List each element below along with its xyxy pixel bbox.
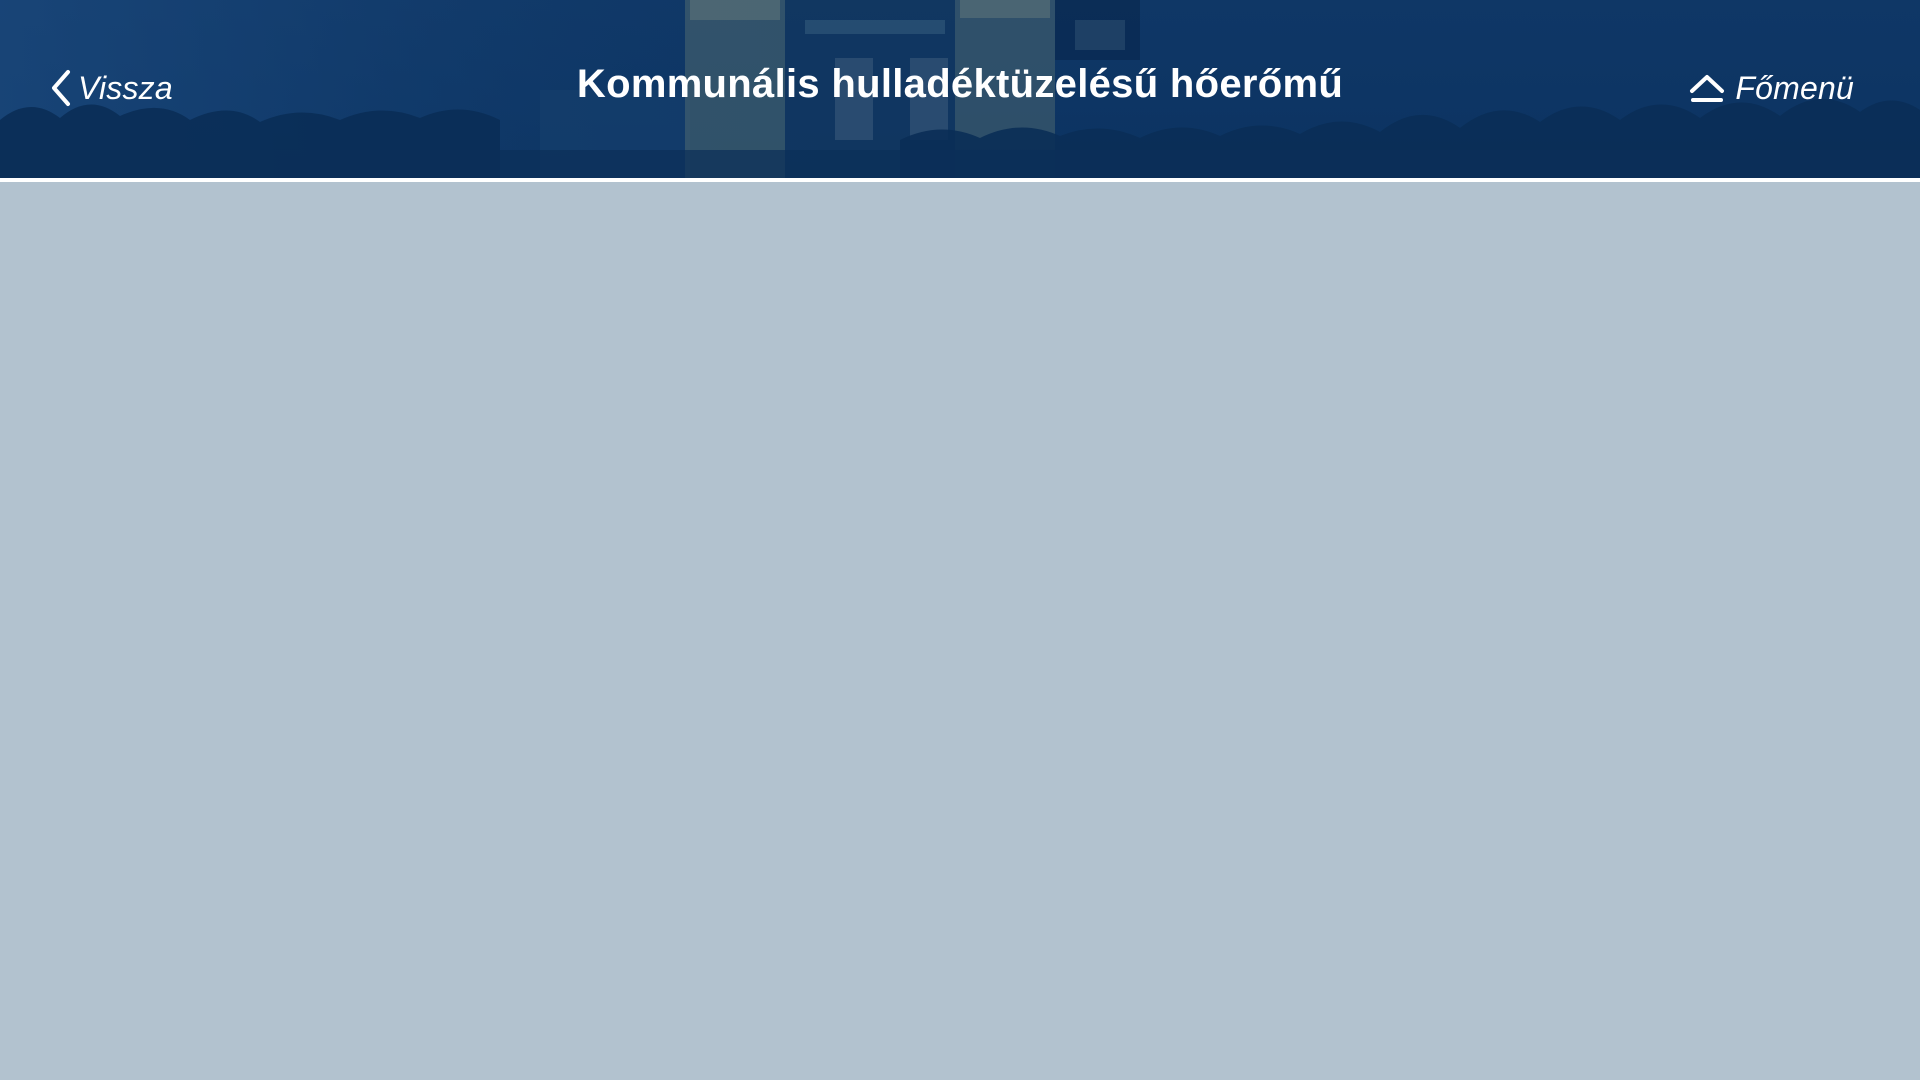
chevron-left-icon	[50, 69, 72, 107]
content-area	[0, 182, 1920, 1080]
eject-home-icon	[1689, 72, 1725, 104]
header-bar: Vissza Kommunális hulladéktüzelésű hőerő…	[0, 0, 1920, 178]
main-menu-label: Főmenü	[1735, 69, 1854, 106]
back-button[interactable]: Vissza	[50, 66, 173, 110]
main-menu-button[interactable]: Főmenü	[1689, 66, 1854, 110]
app-screen: Vissza Kommunális hulladéktüzelésű hőerő…	[0, 0, 1920, 1080]
page-title: Kommunális hulladéktüzelésű hőerőmű	[576, 62, 1344, 106]
back-button-label: Vissza	[78, 69, 173, 106]
